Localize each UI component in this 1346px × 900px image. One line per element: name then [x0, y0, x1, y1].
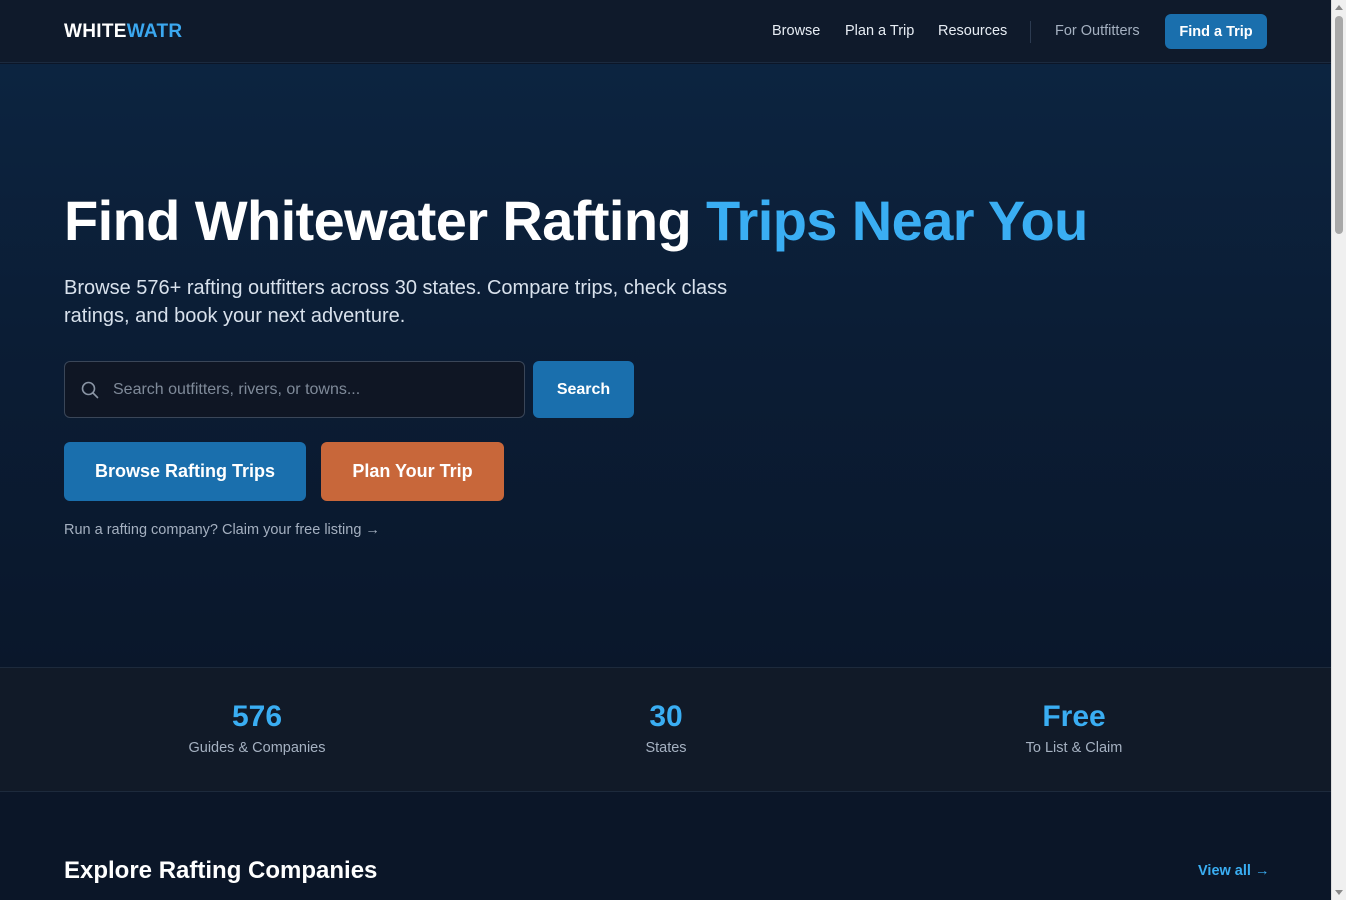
stat-label: To List & Claim: [1025, 740, 1123, 756]
search-box: [64, 361, 525, 418]
nav-link-for-outfitters[interactable]: For Outfitters: [1055, 23, 1140, 39]
section-title: Explore Rafting Companies: [64, 857, 378, 884]
stat-free: Free To List & Claim: [924, 668, 1224, 756]
scroll-down-arrow-icon[interactable]: [1335, 890, 1343, 895]
page: WHITEWATR Browse Plan a Trip Resources F…: [0, 0, 1331, 900]
stat-value: 576: [231, 700, 283, 733]
scroll-thumb[interactable]: [1335, 16, 1343, 234]
plan-your-trip-button[interactable]: Plan Your Trip: [321, 442, 504, 501]
top-nav: WHITEWATR Browse Plan a Trip Resources F…: [0, 0, 1331, 63]
nav-divider: [1030, 21, 1031, 43]
browse-rafting-trips-button[interactable]: Browse Rafting Trips: [64, 442, 306, 501]
stat-value: Free: [1042, 700, 1106, 733]
stat-states: 30 States: [516, 668, 816, 756]
site-logo[interactable]: WHITEWATR: [64, 21, 182, 43]
hero-title-accent: Trips Near You: [706, 189, 1088, 252]
hero-subtitle: Browse 576+ rafting outfitters across 30…: [64, 277, 728, 327]
stat-value: 30: [649, 700, 683, 733]
hero-title: Find Whitewater Rafting Trips Near You: [64, 188, 1088, 253]
scroll-up-arrow-icon[interactable]: [1335, 5, 1343, 10]
vertical-scrollbar[interactable]: [1331, 0, 1346, 900]
stats-bar: 576 Guides & Companies 30 States Free To…: [0, 667, 1331, 792]
stat-companies: 576 Guides & Companies: [107, 668, 407, 756]
search-button[interactable]: Search: [533, 361, 634, 418]
search-input[interactable]: [113, 362, 518, 417]
search-icon: [81, 381, 99, 399]
nav-link-browse[interactable]: Browse: [772, 23, 820, 39]
claim-listing-link[interactable]: Run a rafting company? Claim your free l…: [64, 522, 380, 538]
nav-link-resources[interactable]: Resources: [938, 23, 1007, 39]
nav-link-plan-a-trip[interactable]: Plan a Trip: [845, 23, 914, 39]
view-all-link[interactable]: View all →: [1198, 863, 1269, 879]
stat-label: States: [645, 740, 687, 756]
stat-label: Guides & Companies: [188, 740, 326, 756]
logo-part-white: WHITE: [64, 21, 127, 42]
hero-title-main: Find Whitewater Rafting: [64, 189, 692, 252]
logo-part-watr: WATR: [126, 21, 183, 42]
find-a-trip-button[interactable]: Find a Trip: [1165, 14, 1267, 49]
